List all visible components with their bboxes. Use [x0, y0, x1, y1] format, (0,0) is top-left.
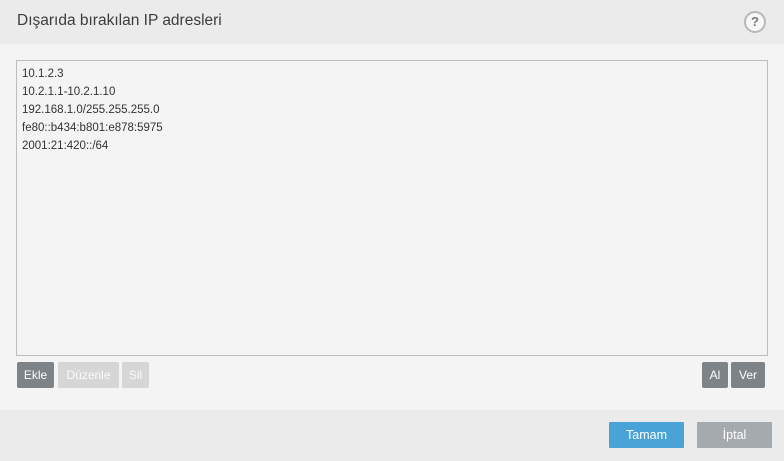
ok-button[interactable]: Tamam	[609, 422, 684, 448]
edit-button[interactable]: Düzenle	[58, 362, 119, 388]
list-item[interactable]: 192.168.1.0/255.255.255.0	[22, 101, 762, 119]
add-button[interactable]: Ekle	[17, 362, 54, 388]
dialog-title: Dışarıda bırakılan IP adresleri	[17, 12, 222, 29]
import-button[interactable]: Al	[702, 362, 728, 388]
list-item[interactable]: 10.1.2.3	[22, 65, 762, 83]
delete-button[interactable]: Sil	[122, 362, 149, 388]
dialog-header: Dışarıda bırakılan IP adresleri ?	[0, 0, 784, 44]
ip-address-list[interactable]: 10.1.2.3 10.2.1.1-10.2.1.10 192.168.1.0/…	[16, 60, 768, 356]
dialog-footer: Tamam İptal	[0, 410, 784, 461]
export-button[interactable]: Ver	[731, 362, 765, 388]
list-item[interactable]: 10.2.1.1-10.2.1.10	[22, 83, 762, 101]
list-item[interactable]: fe80::b434:b801:e878:5975	[22, 119, 762, 137]
cancel-button[interactable]: İptal	[697, 422, 772, 448]
list-item[interactable]: 2001:21:420::/64	[22, 137, 762, 155]
help-icon[interactable]: ?	[744, 11, 766, 33]
